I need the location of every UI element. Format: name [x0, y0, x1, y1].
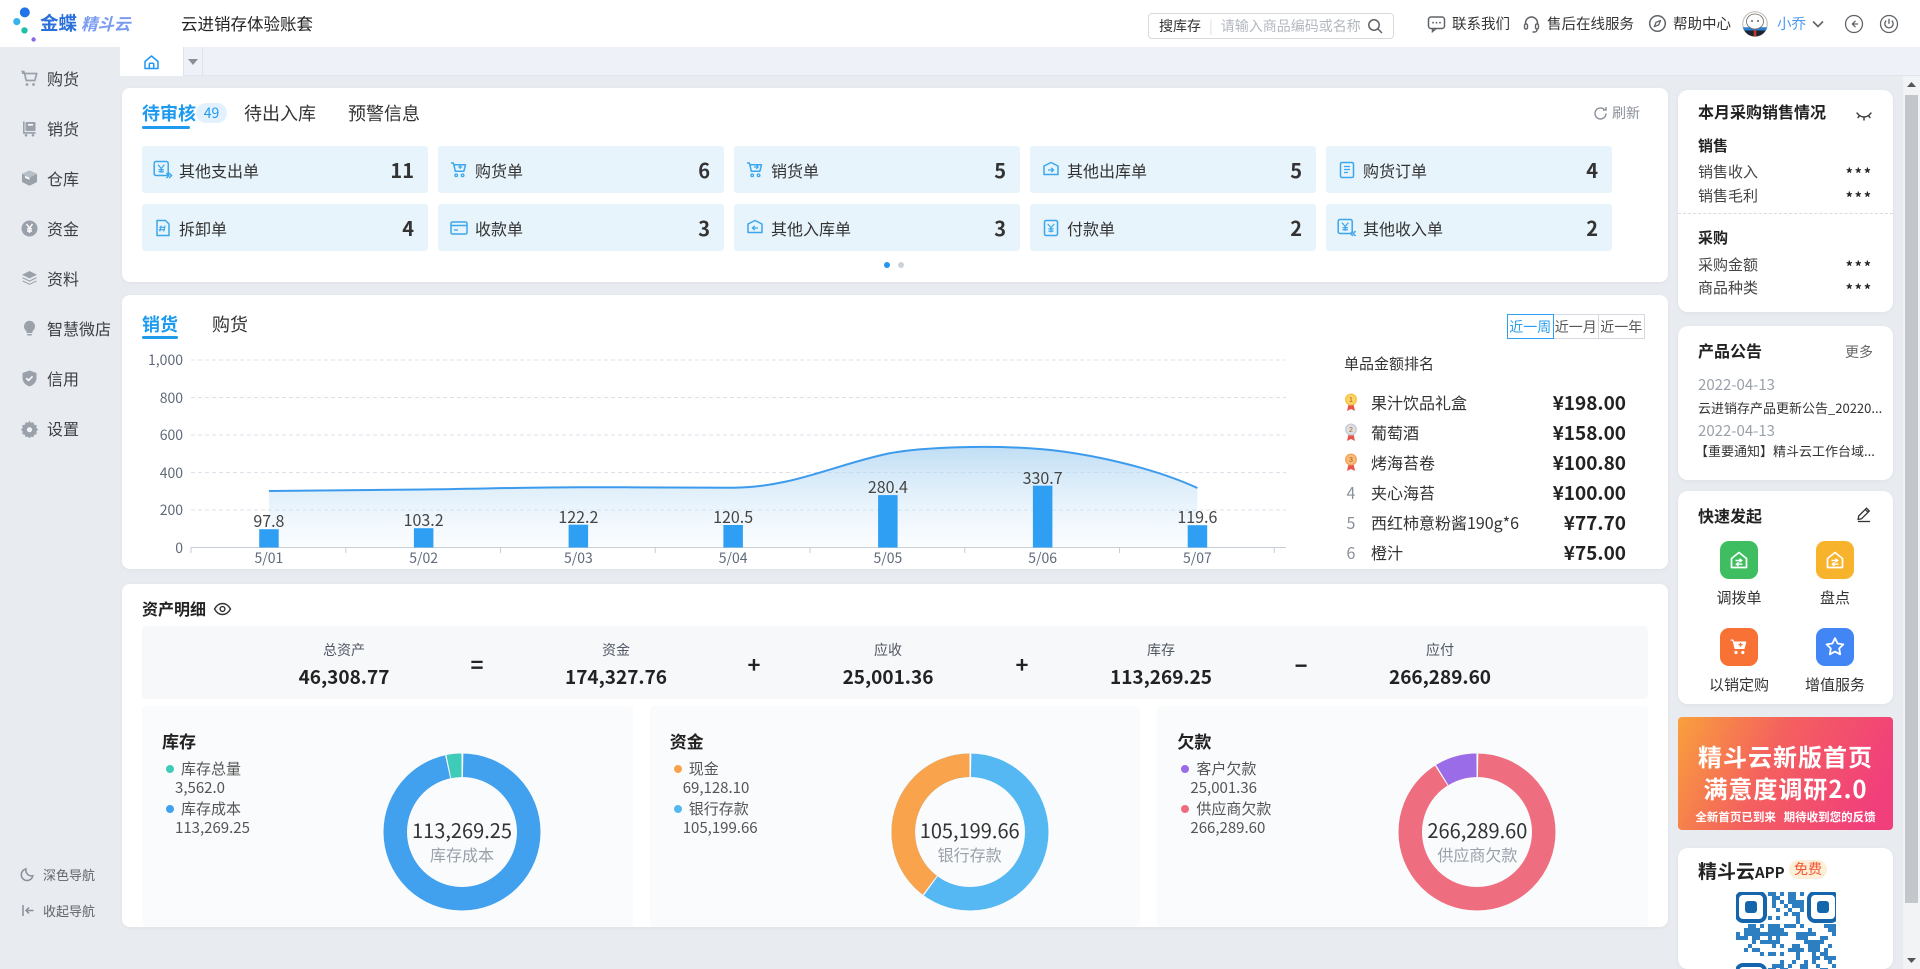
svg-text:3: 3: [1349, 457, 1353, 464]
svg-text:2: 2: [1349, 427, 1353, 434]
svg-text:1: 1: [1349, 397, 1353, 404]
